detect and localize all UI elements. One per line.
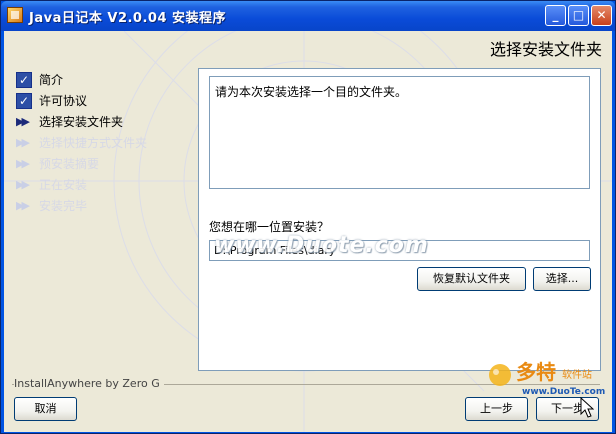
installer-window: Java日记本 V2.0.04 安装程序 _ □ ✕ 选择安装文件夹 ✓ 简介 … (0, 0, 616, 434)
close-button[interactable]: ✕ (591, 5, 612, 26)
minimize-button[interactable]: _ (545, 5, 566, 26)
double-arrow-icon: ▶▶ (16, 157, 30, 170)
mouse-cursor-icon (580, 397, 594, 418)
step-item-license: ✓ 许可协议 (16, 92, 147, 113)
double-arrow-icon: ▶▶ (16, 199, 30, 212)
step-item-choose-folder: ▶▶ 选择安装文件夹 (16, 113, 147, 134)
restore-default-folder-button[interactable]: 恢复默认文件夹 (417, 267, 526, 291)
step-item-shortcut-folder: ▶▶ 选择快捷方式文件夹 (16, 134, 147, 155)
step-label: 选择快捷方式文件夹 (39, 136, 148, 150)
step-label: 简介 (39, 73, 64, 87)
step-label: 安装完毕 (39, 199, 88, 213)
logo-main-text: 多特 (516, 360, 556, 384)
logo-url-text: www.DuoTe.com (522, 387, 605, 397)
content-panel: 请为本次安装选择一个目的文件夹。 您想在哪一位置安装？ 恢复默认文件夹 选择..… (198, 68, 601, 371)
check-icon: ✓ (16, 93, 32, 109)
step-label: 选择安装文件夹 (39, 115, 124, 129)
window-title: Java日记本 V2.0.04 安装程序 (29, 11, 227, 26)
title-bar[interactable]: Java日记本 V2.0.04 安装程序 _ □ ✕ (1, 1, 615, 31)
app-icon (7, 7, 23, 23)
installer-body: 选择安装文件夹 ✓ 简介 ✓ 许可协议 ▶▶ 选择安装文件夹 ▶▶ 选择快捷方式… (4, 31, 612, 432)
double-arrow-icon: ▶▶ (16, 115, 30, 128)
step-item-summary: ▶▶ 预安装摘要 (16, 155, 147, 176)
step-label: 预安装摘要 (39, 157, 100, 171)
step-label: 许可协议 (39, 94, 88, 108)
choose-folder-button[interactable]: 选择... (533, 267, 591, 291)
brand-label: InstallAnywhere by Zero G (14, 377, 164, 390)
double-arrow-icon: ▶▶ (16, 136, 30, 149)
instruction-text: 请为本次安装选择一个目的文件夹。 (209, 76, 590, 189)
cancel-button[interactable]: 取消 (14, 397, 77, 421)
previous-button[interactable]: 上一步 (465, 397, 528, 421)
duote-logo: 多特 软件站 www.DuoTe.com (489, 360, 605, 397)
maximize-button[interactable]: □ (568, 5, 589, 26)
watermark-text: www.Duote.com (214, 233, 429, 258)
step-item-intro: ✓ 简介 (16, 71, 147, 92)
steps-list: ✓ 简介 ✓ 许可协议 ▶▶ 选择安装文件夹 ▶▶ 选择快捷方式文件夹 ▶▶ 预… (16, 71, 147, 218)
double-arrow-icon: ▶▶ (16, 178, 30, 191)
logo-sub-text: 软件站 (562, 368, 592, 381)
step-title: 选择安装文件夹 (489, 40, 602, 59)
step-label: 正在安装 (39, 178, 88, 192)
check-icon: ✓ (16, 72, 32, 88)
step-item-complete: ▶▶ 安装完毕 (16, 197, 147, 218)
step-item-installing: ▶▶ 正在安装 (16, 176, 147, 197)
